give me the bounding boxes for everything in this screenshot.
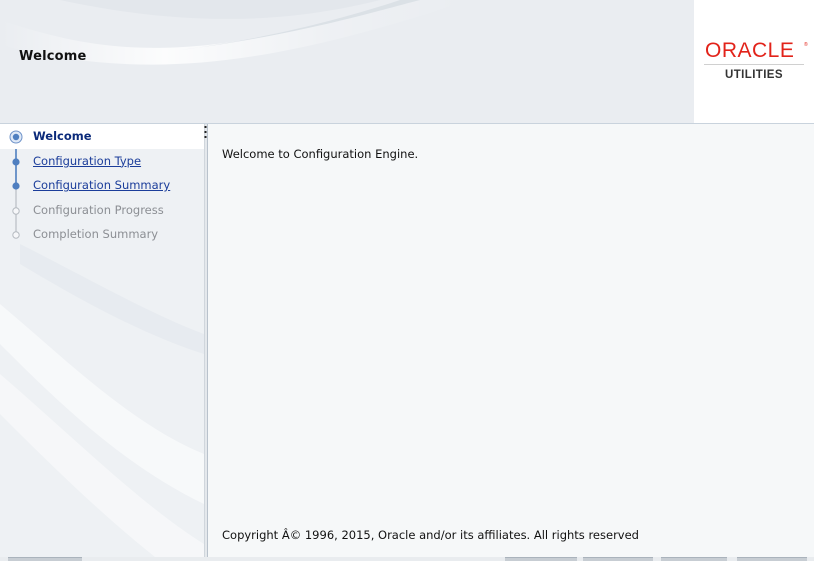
steps-list: Welcome Configuration Type Configuration… [0,124,204,247]
nav-step-label: Configuration Progress [33,202,164,217]
finish-button[interactable] [661,557,727,561]
logo-brand-text: ORACLE [705,39,794,62]
nav-step-completion-summary: Completion Summary [0,222,204,247]
nav-step-label: Completion Summary [33,227,159,242]
svg-text:®: ® [804,41,808,48]
logo-sub-text: UTILITIES [725,69,783,81]
nav-step-label: Configuration Summary [33,178,171,193]
oracle-utilities-logo: ORACLE ® UTILITIES [694,0,814,124]
header-swoosh-decoration [0,0,694,124]
nav-step-label: Welcome [33,129,92,143]
installer-window: Welcome ORACLE ® UTILITIES Welcome Confi… [0,0,814,561]
nav-step-configuration-progress: Configuration Progress [0,198,204,223]
nav-step-configuration-summary[interactable]: Configuration Summary [0,173,204,198]
steps-navigation-panel: Welcome Configuration Type Configuration… [0,124,204,561]
step-pending-icon [12,231,20,240]
help-button[interactable] [8,557,82,561]
next-button[interactable] [583,557,653,561]
welcome-message: Welcome to Configuration Engine. [222,147,419,161]
step-pending-icon [12,207,20,215]
step-current-icon [9,130,23,144]
nav-step-configuration-type[interactable]: Configuration Type [0,149,204,174]
splitter-grip-icon[interactable] [204,125,207,139]
main-content-panel: Welcome to Configuration Engine. Copyrig… [208,124,814,557]
cancel-button[interactable] [737,557,807,561]
nav-step-welcome[interactable]: Welcome [0,124,204,149]
oracle-wordmark: ORACLE ® [705,39,808,62]
back-button[interactable] [505,557,577,561]
step-done-icon [12,157,20,166]
page-title: Welcome [19,49,87,64]
logo-divider [704,64,804,65]
header-banner: Welcome ORACLE ® UTILITIES [0,0,814,124]
nav-step-label: Configuration Type [33,153,142,168]
copyright-text: Copyright Â© 1996, 2015, Oracle and/or i… [222,528,639,542]
step-done-icon [12,182,20,190]
